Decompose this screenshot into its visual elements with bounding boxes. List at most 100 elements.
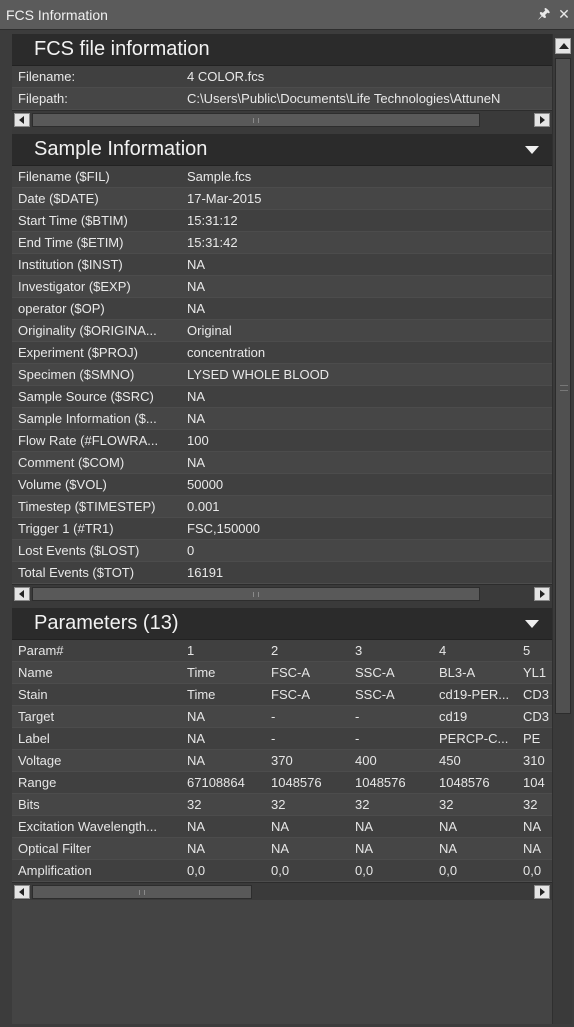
row-key: Filepath:: [18, 91, 68, 106]
table-row[interactable]: Amplification 0,0 0,0 0,0 0,0 0,0: [12, 860, 552, 882]
row-value: NA: [187, 257, 206, 272]
table-row[interactable]: Name Time FSC-A SSC-A BL3-A YL1: [12, 662, 552, 684]
table-row[interactable]: Timestep ($TIMESTEP) 0.001: [12, 496, 552, 518]
param-row-key: Range: [18, 775, 57, 790]
collapse-toggle[interactable]: [512, 619, 552, 628]
table-row[interactable]: Trigger 1 (#TR1) FSC,150000: [12, 518, 552, 540]
param-row-key: Stain: [18, 687, 48, 702]
param-cell: Time: [187, 665, 216, 680]
scroll-right-arrow-icon[interactable]: [534, 113, 550, 127]
param-cell: -: [355, 709, 360, 724]
file-info-hscrollbar[interactable]: [12, 110, 552, 128]
table-row[interactable]: operator ($OP) NA: [12, 298, 552, 320]
table-row[interactable]: Experiment ($PROJ) concentration: [12, 342, 552, 364]
table-row[interactable]: Param# 1 2 3 4 5: [12, 640, 552, 662]
table-row[interactable]: Voltage NA 370 400 450 310: [12, 750, 552, 772]
sample-info-header[interactable]: Sample Information: [12, 134, 552, 166]
table-row[interactable]: Range 67108864 1048576 1048576 1048576 104: [12, 772, 552, 794]
scroll-up-arrow-icon[interactable]: [555, 38, 571, 54]
param-cell: 0,0: [355, 863, 374, 878]
param-cell: CD3: [523, 709, 550, 724]
row-key: Filename ($FIL): [18, 169, 110, 184]
scroll-thumb[interactable]: [32, 113, 480, 127]
table-row[interactable]: End Time ($ETIM) 15:31:42: [12, 232, 552, 254]
file-info-header[interactable]: FCS file information: [12, 34, 552, 66]
table-row[interactable]: Total Events ($TOT) 16191: [12, 562, 552, 584]
pin-icon[interactable]: 🖈: [534, 3, 554, 27]
param-cell: PE: [523, 731, 541, 746]
row-value: 4 COLOR.fcs: [187, 69, 265, 84]
parameters-title: Parameters (13): [34, 612, 179, 634]
row-key: Total Events ($TOT): [18, 565, 135, 580]
table-row[interactable]: Sample Information ($... NA: [12, 408, 552, 430]
param-cell: 5: [523, 643, 531, 658]
param-cell: NA: [439, 819, 458, 834]
param-cell: 0,0: [523, 863, 542, 878]
param-cell: 1048576: [439, 775, 490, 790]
close-icon[interactable]: ✕: [554, 6, 574, 23]
table-row[interactable]: Excitation Wavelength... NA NA NA NA NA: [12, 816, 552, 838]
param-row-key: Param#: [18, 643, 64, 658]
row-value: concentration: [187, 345, 266, 360]
sample-info-title: Sample Information: [34, 138, 208, 160]
scroll-right-arrow-icon[interactable]: [534, 885, 550, 899]
param-cell: 32: [271, 797, 286, 812]
table-row[interactable]: Volume ($VOL) 50000: [12, 474, 552, 496]
table-row[interactable]: Label NA - - PERCP-C... PE: [12, 728, 552, 750]
row-key: Start Time ($BTIM): [18, 213, 128, 228]
table-row[interactable]: Institution ($INST) NA: [12, 254, 552, 276]
collapse-toggle[interactable]: [512, 145, 552, 154]
scroll-thumb[interactable]: [32, 587, 480, 601]
table-row[interactable]: Date ($DATE) 17-Mar-2015: [12, 188, 552, 210]
param-cell: PERCP-C...: [439, 731, 509, 746]
row-value: Sample.fcs: [187, 169, 252, 184]
table-row[interactable]: Filename ($FIL) Sample.fcs: [12, 166, 552, 188]
grip-icon: [253, 118, 259, 123]
scroll-thumb[interactable]: [32, 885, 252, 899]
scroll-left-arrow-icon[interactable]: [14, 113, 30, 127]
table-row[interactable]: Lost Events ($LOST) 0: [12, 540, 552, 562]
row-key: Flow Rate (#FLOWRA...: [18, 433, 159, 448]
table-row[interactable]: Start Time ($BTIM) 15:31:12: [12, 210, 552, 232]
row-key: Sample Source ($SRC): [18, 389, 154, 404]
param-cell: BL3-A: [439, 665, 476, 680]
table-row[interactable]: Sample Source ($SRC) NA: [12, 386, 552, 408]
chevron-down-icon: [525, 619, 539, 628]
param-cell: 32: [523, 797, 538, 812]
window-title: FCS Information: [6, 6, 108, 23]
param-row-key: Name: [18, 665, 53, 680]
row-key: End Time ($ETIM): [18, 235, 124, 250]
table-row[interactable]: Filename: 4 COLOR.fcs: [12, 66, 552, 88]
table-row[interactable]: Flow Rate (#FLOWRA... 100: [12, 430, 552, 452]
param-row-key: Label: [18, 731, 50, 746]
table-row[interactable]: Target NA - - cd19 CD3: [12, 706, 552, 728]
table-row[interactable]: Optical Filter NA NA NA NA NA: [12, 838, 552, 860]
param-cell: 450: [439, 753, 461, 768]
param-cell: NA: [187, 709, 206, 724]
scroll-thumb[interactable]: [555, 58, 571, 714]
table-row[interactable]: Specimen ($SMNO) LYSED WHOLE BLOOD: [12, 364, 552, 386]
scroll-left-arrow-icon[interactable]: [14, 885, 30, 899]
row-value: NA: [187, 455, 206, 470]
param-cell: 67108864: [187, 775, 245, 790]
scroll-left-arrow-icon[interactable]: [14, 587, 30, 601]
table-row[interactable]: Investigator ($EXP) NA: [12, 276, 552, 298]
table-row[interactable]: Bits 32 32 32 32 32: [12, 794, 552, 816]
parameters-header[interactable]: Parameters (13): [12, 608, 552, 640]
param-cell: 0,0: [439, 863, 458, 878]
sample-info-hscrollbar[interactable]: [12, 584, 552, 602]
fcs-info-panel: FCS file information Filename: 4 COLOR.fc…: [12, 34, 552, 1024]
parameters-table: Param# 1 2 3 4 5 Name Time FSC-A SSC-A BL3-A YL1 Sta…: [12, 640, 552, 882]
table-row[interactable]: Stain Time FSC-A SSC-A cd19-PER... CD3: [12, 684, 552, 706]
row-value: NA: [187, 411, 206, 426]
row-key: Comment ($COM): [18, 455, 125, 470]
table-row[interactable]: Originality ($ORIGINA... Original: [12, 320, 552, 342]
table-row[interactable]: Filepath: C:\Users\Public\Documents\Life …: [12, 88, 552, 110]
row-key: Sample Information ($...: [18, 411, 157, 426]
row-value: FSC,150000: [187, 521, 260, 536]
panel-vscrollbar[interactable]: [552, 34, 572, 1024]
scroll-right-arrow-icon[interactable]: [534, 587, 550, 601]
sample-info-table: Filename ($FIL) Sample.fcs Date ($DATE) 17-…: [12, 166, 552, 584]
table-row[interactable]: Comment ($COM) NA: [12, 452, 552, 474]
parameters-hscrollbar[interactable]: [12, 882, 552, 900]
